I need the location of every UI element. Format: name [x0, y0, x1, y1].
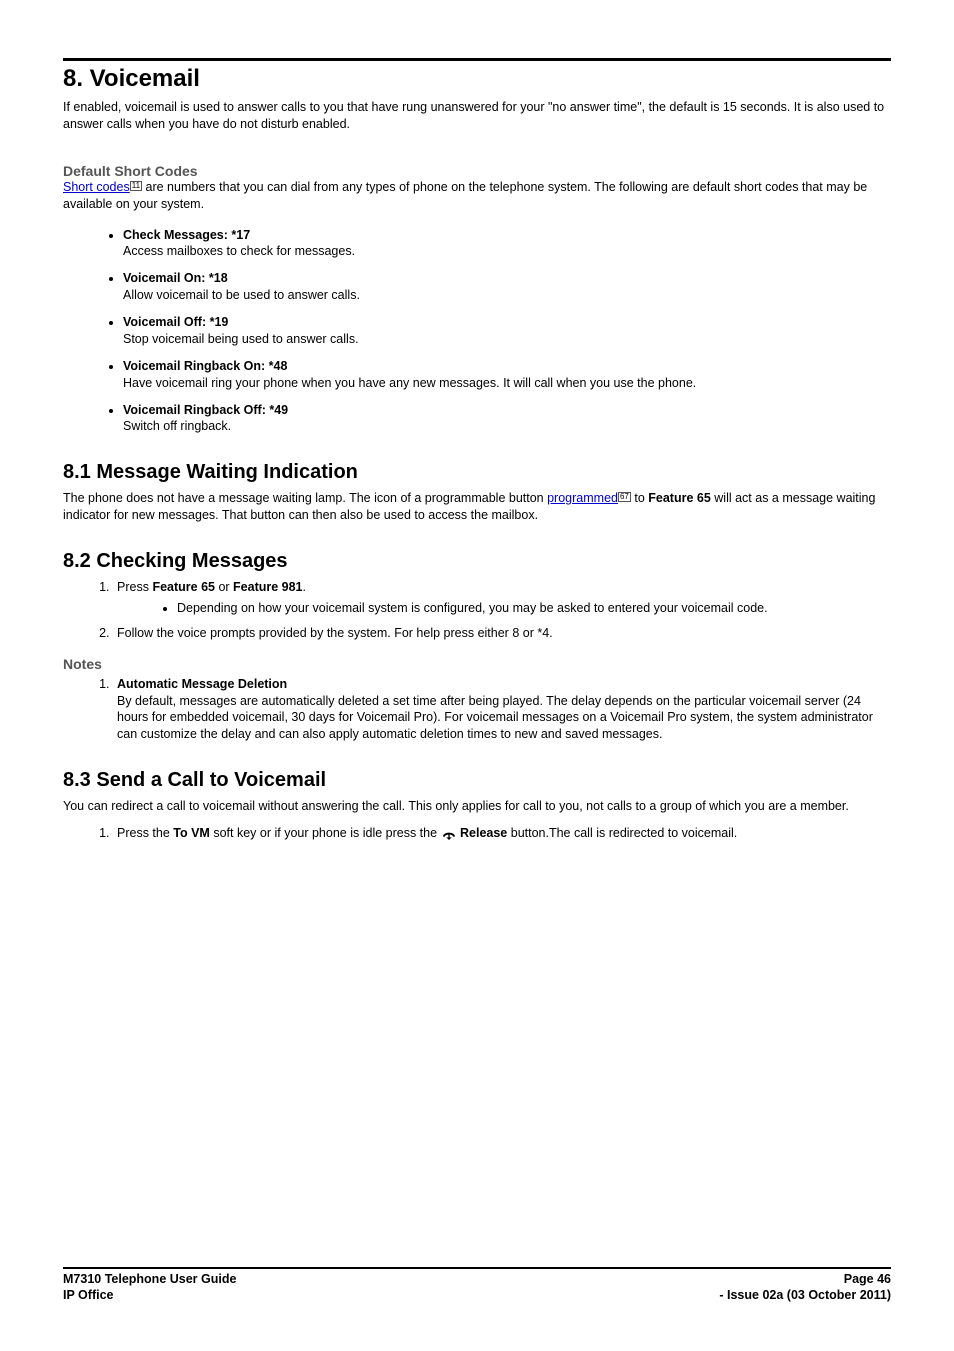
text-fragment: button.The call is redirected to voicema… [507, 826, 737, 840]
feature-label: Feature 981 [233, 580, 302, 594]
text-fragment: The phone does not have a message waitin… [63, 491, 547, 505]
note-title: Automatic Message Deletion [117, 677, 287, 691]
list-item: Check Messages: *17 Access mailboxes to … [123, 227, 891, 261]
section-8-2-steps: Press Feature 65 or Feature 981. Dependi… [63, 579, 891, 642]
section-8-2-heading: 8.2 Checking Messages [63, 550, 891, 573]
shortcode-desc: Stop voicemail being used to answer call… [123, 332, 359, 346]
list-item: Voicemail Ringback On: *48 Have voicemai… [123, 358, 891, 392]
programmed-link[interactable]: programmed [547, 491, 618, 505]
feature-label: Feature 65 [648, 491, 711, 505]
list-item: Voicemail Off: *19 Stop voicemail being … [123, 314, 891, 348]
release-label: Release [457, 826, 508, 840]
footer-issue: - Issue 02a (03 October 2011) [719, 1287, 891, 1303]
list-item: Follow the voice prompts provided by the… [113, 625, 891, 642]
text-fragment: Press the [117, 826, 173, 840]
shortcode-title: Voicemail On: *18 [123, 271, 228, 285]
shortcode-desc: Access mailboxes to check for messages. [123, 244, 355, 258]
shortcode-title: Voicemail Ringback Off: *49 [123, 403, 288, 417]
list-item: Depending on how your voicemail system i… [177, 600, 891, 617]
text-fragment: or [215, 580, 233, 594]
shortcode-desc: Allow voicemail to be used to answer cal… [123, 288, 360, 302]
shortcodes-list: Check Messages: *17 Access mailboxes to … [63, 227, 891, 436]
list-item: Automatic Message Deletion By default, m… [113, 676, 891, 744]
softkey-label: To VM [173, 826, 210, 840]
chapter-intro: If enabled, voicemail is used to answer … [63, 99, 891, 133]
shortcode-desc: Have voicemail ring your phone when you … [123, 376, 696, 390]
text-fragment: soft key or if your phone is idle press … [210, 826, 441, 840]
release-icon [441, 826, 457, 840]
programmed-ref-icon: 67 [618, 492, 631, 502]
shortcode-title: Voicemail Off: *19 [123, 315, 228, 329]
text-fragment: to [631, 491, 648, 505]
shortcodes-ref-icon: 11 [130, 181, 142, 191]
chapter-heading: 8. Voicemail [63, 65, 891, 93]
sub-bullet-list: Depending on how your voicemail system i… [117, 600, 891, 617]
shortcode-title: Check Messages: *17 [123, 228, 250, 242]
footer-product: IP Office [63, 1287, 113, 1303]
shortcodes-heading: Default Short Codes [63, 163, 891, 179]
shortcodes-description: Short codes11 are numbers that you can d… [63, 179, 891, 213]
footer-page-number: Page 46 [844, 1271, 891, 1287]
shortcode-desc: Switch off ringback. [123, 419, 231, 433]
section-8-3-heading: 8.3 Send a Call to Voicemail [63, 769, 891, 792]
shortcodes-link[interactable]: Short codes [63, 180, 130, 194]
notes-list: Automatic Message Deletion By default, m… [63, 676, 891, 744]
section-8-3-steps: Press the To VM soft key or if your phon… [63, 825, 891, 842]
list-item: Press Feature 65 or Feature 981. Dependi… [113, 579, 891, 617]
list-item: Voicemail Ringback Off: *49 Switch off r… [123, 402, 891, 436]
list-item: Voicemail On: *18 Allow voicemail to be … [123, 270, 891, 304]
section-8-1-heading: 8.1 Message Waiting Indication [63, 461, 891, 484]
notes-heading: Notes [63, 656, 891, 672]
page-footer: M7310 Telephone User Guide Page 46 IP Of… [63, 1267, 891, 1304]
section-8-3-intro: You can redirect a call to voicemail wit… [63, 798, 891, 815]
document-page: 8. Voicemail If enabled, voicemail is us… [0, 0, 954, 1351]
footer-guide-title: M7310 Telephone User Guide [63, 1271, 236, 1287]
text-fragment: . [303, 580, 306, 594]
note-text: By default, messages are automatically d… [117, 694, 873, 742]
shortcode-title: Voicemail Ringback On: *48 [123, 359, 287, 373]
top-rule [63, 58, 891, 61]
shortcodes-desc-text: are numbers that you can dial from any t… [63, 180, 867, 211]
feature-label: Feature 65 [152, 580, 215, 594]
footer-rule [63, 1267, 891, 1269]
section-8-1-text: The phone does not have a message waitin… [63, 490, 891, 524]
list-item: Press the To VM soft key or if your phon… [113, 825, 891, 842]
text-fragment: Press [117, 580, 152, 594]
